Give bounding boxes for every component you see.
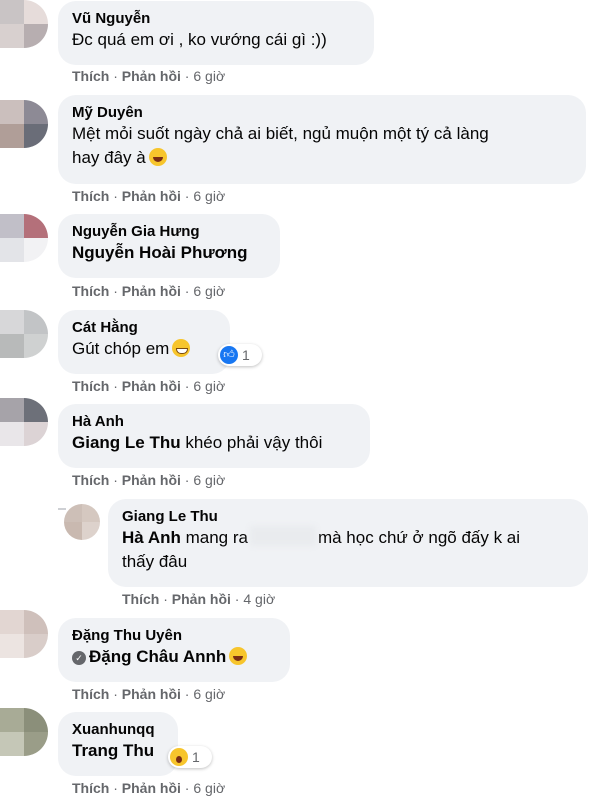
timestamp[interactable]: 6 giờ xyxy=(193,378,225,394)
like-link[interactable]: Thích xyxy=(72,472,109,488)
like-link[interactable]: Thích xyxy=(72,188,109,204)
avatar[interactable] xyxy=(0,610,48,658)
comment-text-cont: mà học chứ ở ngõ đấy k ai xyxy=(317,528,521,547)
commenter-name[interactable]: Mỹ Duyên xyxy=(72,103,572,122)
comment-text: Đc quá em ơi , ko vướng cái gì :)) xyxy=(72,30,327,49)
commenter-name[interactable]: Hà Anh xyxy=(72,412,356,431)
comment-bubble: Xuanhunqq Trang Thu xyxy=(58,712,178,776)
commenter-name[interactable]: Xuanhunqq xyxy=(72,720,164,739)
commenter-name[interactable]: Đặng Thu Uyên xyxy=(72,626,276,645)
grinning-emoji-icon xyxy=(172,339,191,357)
comment-text-line2: thấy đâu xyxy=(122,552,188,571)
tagged-user-link[interactable]: Hà Anh xyxy=(122,528,181,547)
timestamp[interactable]: 6 giờ xyxy=(193,188,225,204)
avatar[interactable] xyxy=(0,310,48,358)
timestamp[interactable]: 4 giờ xyxy=(243,591,275,607)
profile-badge-icon: ✓ xyxy=(72,651,86,665)
laughing-emoji-icon xyxy=(229,647,248,665)
comment-actions: Thích · Phản hồi · 6 giờ xyxy=(72,283,226,299)
comment-bubble: Mỹ Duyên Mệt mỏi suốt ngày chả ai biết, … xyxy=(58,95,586,184)
comment-bubble: Hà Anh Giang Le Thu khéo phải vậy thôi xyxy=(58,404,370,468)
reply-link[interactable]: Phản hồi xyxy=(122,686,181,702)
comment-text: mang ra xyxy=(180,528,248,547)
reaction-count[interactable]: 1 xyxy=(168,746,212,768)
commenter-name[interactable]: Vũ Nguyễn xyxy=(72,9,360,28)
tagged-user-link[interactable]: Nguyễn Hoài Phương xyxy=(72,241,266,265)
comment-actions: Thích · Phản hồi · 6 giờ xyxy=(72,780,226,796)
commenter-name[interactable]: Cát Hằng xyxy=(72,318,216,337)
timestamp[interactable]: 6 giờ xyxy=(193,68,225,84)
reply-link[interactable]: Phản hồi xyxy=(122,283,181,299)
tagged-user-link[interactable]: Trang Thu xyxy=(72,741,154,760)
comment-text-line2: hay đây à xyxy=(72,148,146,167)
reply-link[interactable]: Phản hồi xyxy=(172,591,231,607)
reply-link[interactable]: Phản hồi xyxy=(122,472,181,488)
comment-actions: Thích · Phản hồi · 6 giờ xyxy=(72,188,226,204)
wow-reaction-icon xyxy=(170,748,188,766)
avatar[interactable] xyxy=(0,0,48,48)
like-link[interactable]: Thích xyxy=(72,68,109,84)
comment-actions: Thích · Phản hồi · 6 giờ xyxy=(72,686,226,702)
comment-bubble: Nguyễn Gia Hưng Nguyễn Hoài Phương xyxy=(58,214,280,278)
comment-bubble: Giang Le Thu Hà Anh mang ra mà học chứ ở … xyxy=(108,499,588,587)
comment-bubble: Cát Hằng Gút chóp em xyxy=(58,310,230,374)
comment-actions: Thích · Phản hồi · 6 giờ xyxy=(72,68,226,84)
comment-bubble: Đặng Thu Uyên ✓ Đặng Châu Annh xyxy=(58,618,290,682)
timestamp[interactable]: 6 giờ xyxy=(193,283,225,299)
laughing-emoji-icon xyxy=(148,148,167,166)
commenter-name[interactable]: Giang Le Thu xyxy=(122,507,574,526)
avatar[interactable] xyxy=(64,504,100,540)
comment-text: khéo phải vậy thôi xyxy=(180,433,323,452)
like-link[interactable]: Thích xyxy=(72,378,109,394)
timestamp[interactable]: 6 giờ xyxy=(193,472,225,488)
like-link[interactable]: Thích xyxy=(72,780,109,796)
avatar[interactable] xyxy=(0,708,48,756)
comment-actions: Thích · Phản hồi · 4 giờ xyxy=(122,591,276,607)
reaction-count[interactable]: 👍︎ 1 xyxy=(218,344,262,366)
reply-link[interactable]: Phản hồi xyxy=(122,780,181,796)
reply-link[interactable]: Phản hồi xyxy=(122,68,181,84)
like-link[interactable]: Thích xyxy=(122,591,159,607)
comment-actions: Thích · Phản hồi · 6 giờ xyxy=(72,378,226,394)
like-link[interactable]: Thích xyxy=(72,686,109,702)
blurred-text xyxy=(249,526,316,546)
like-link[interactable]: Thích xyxy=(72,283,109,299)
comment-bubble: Vũ Nguyễn Đc quá em ơi , ko vướng cái gì… xyxy=(58,1,374,65)
reply-link[interactable]: Phản hồi xyxy=(122,188,181,204)
tagged-user-link[interactable]: Giang Le Thu xyxy=(72,433,181,452)
comment-text: Gút chóp em xyxy=(72,339,170,358)
comment-text-line1: Mệt mỏi suốt ngày chả ai biết, ngủ muộn … xyxy=(72,124,489,143)
like-reaction-icon: 👍︎ xyxy=(220,346,238,364)
timestamp[interactable]: 6 giờ xyxy=(193,686,225,702)
commenter-name[interactable]: Nguyễn Gia Hưng xyxy=(72,222,266,241)
tagged-user-link[interactable]: Đặng Châu Annh xyxy=(89,647,226,666)
comment-actions: Thích · Phản hồi · 6 giờ xyxy=(72,472,226,488)
avatar[interactable] xyxy=(0,398,48,446)
avatar[interactable] xyxy=(0,100,48,148)
avatar[interactable] xyxy=(0,214,48,262)
timestamp[interactable]: 6 giờ xyxy=(193,780,225,796)
reply-link[interactable]: Phản hồi xyxy=(122,378,181,394)
